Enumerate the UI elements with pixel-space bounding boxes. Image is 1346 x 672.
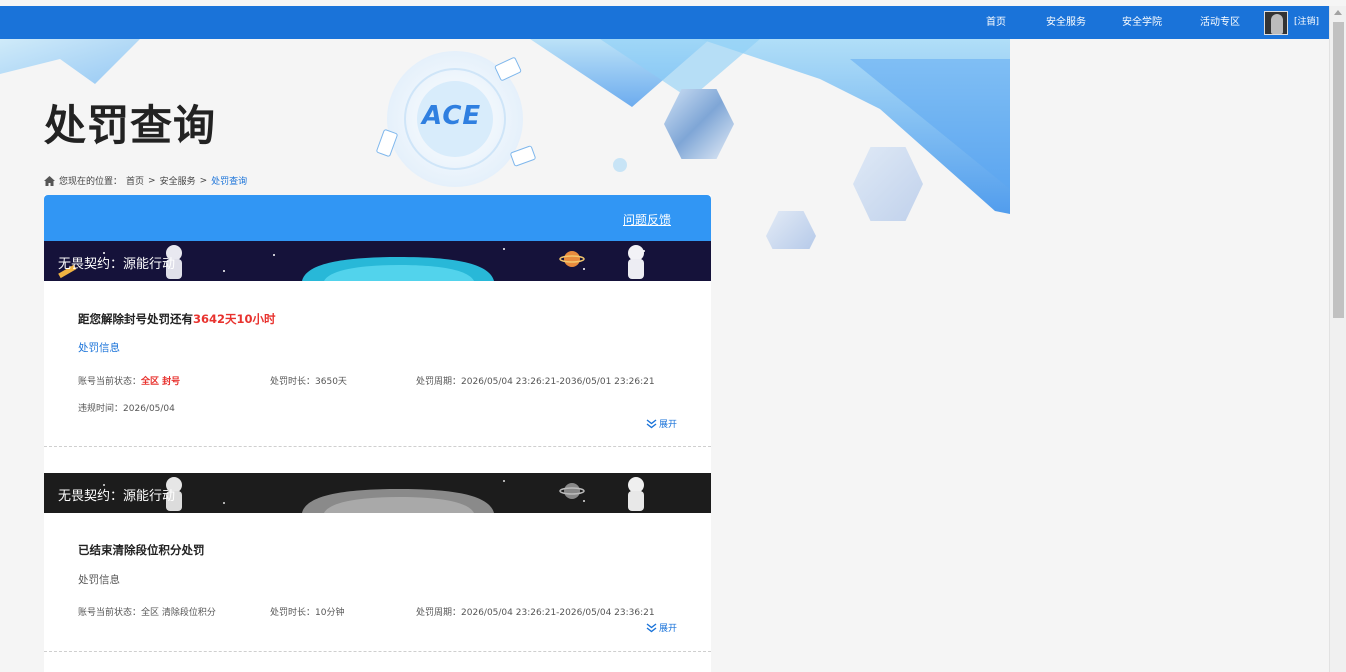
breadcrumb-separator: > [148, 175, 156, 186]
user-avatar[interactable] [1264, 11, 1288, 35]
ended-headline: 已结束清除段位积分处罚 [78, 543, 205, 557]
punishment-duration-field: 处罚时长：3650天 [270, 374, 347, 387]
logout-link[interactable]: [注销] [1294, 6, 1319, 39]
violation-label: 违规时间： [78, 404, 124, 414]
game-banner-strip: 无畏契约：源能行动 [44, 241, 711, 281]
panel-header: 问题反馈 [44, 195, 711, 241]
punishment-duration-field: 处罚时长：10分钟 [270, 605, 344, 618]
punishment-period-field: 处罚周期：2026/05/04 23:26:21-2026/05/04 23:3… [416, 605, 655, 618]
period-value: 2026/05/04 23:26:21-2036/05/01 23:26:21 [461, 377, 655, 387]
account-status-label: 账号当前状态： [78, 377, 142, 387]
breadcrumb: 您现在的位置： 首页 > 安全服务 > 处罚查询 [44, 174, 247, 187]
nav-security-service-link[interactable]: 安全服务 [1046, 6, 1086, 39]
unban-countdown: 距您解除封号处罚还有3642天10小时 [78, 311, 276, 327]
top-navbar: 首页 安全服务 安全学院 活动专区 [注销] [0, 6, 1329, 39]
expand-label: 展开 [658, 624, 677, 634]
period-value: 2026/05/04 23:26:21-2026/05/04 23:36:21 [461, 608, 655, 618]
punishment-card-active: 距您解除封号处罚还有3642天10小时 处罚信息 账号当前状态：全区 封号 处罚… [44, 281, 711, 447]
expand-label: 展开 [658, 420, 677, 430]
account-status-field: 账号当前状态：全区 封号 [78, 374, 180, 387]
punishment-card-ended: 已结束清除段位积分处罚 处罚信息 账号当前状态：全区 清除段位积分 处罚时长：1… [44, 513, 711, 652]
scroll-up-arrow-icon[interactable] [1334, 10, 1342, 15]
feedback-link[interactable]: 问题反馈 [623, 211, 671, 228]
breadcrumb-separator: > [199, 175, 208, 186]
countdown-value: 3642天10小时 [193, 312, 276, 326]
breadcrumb-prefix: 您现在的位置： [59, 177, 123, 187]
punishment-period-field: 处罚周期：2026/05/04 23:26:21-2036/05/01 23:2… [416, 374, 655, 387]
expand-button[interactable]: 展开 [646, 621, 677, 634]
page-title: 处罚查询 [44, 101, 217, 150]
game-title: 无畏契约：源能行动 [58, 257, 176, 272]
game-banner-strip-ended: 无畏契约：源能行动 [44, 473, 711, 513]
violation-value: 2026/05/04 [123, 404, 175, 414]
breadcrumb-home[interactable]: 首页 [126, 174, 144, 187]
duration-value: 10分钟 [315, 608, 345, 618]
period-label: 处罚周期： [416, 608, 462, 618]
duration-label: 处罚时长： [270, 608, 316, 618]
countdown-prefix: 距您解除封号处罚还有 [78, 312, 193, 326]
account-status-label: 账号当前状态： [78, 608, 142, 618]
vertical-scrollbar[interactable] [1329, 6, 1346, 672]
scroll-thumb[interactable] [1333, 22, 1344, 318]
account-status-value: 全区 封号 [141, 377, 181, 387]
violation-time-field: 违规时间：2026/05/04 [78, 401, 175, 414]
nav-security-academy-link[interactable]: 安全学院 [1122, 6, 1162, 39]
duration-value: 3650天 [315, 377, 347, 387]
nav-home-link[interactable]: 首页 [986, 6, 1006, 39]
punishment-info-label: 处罚信息 [78, 342, 120, 354]
duration-label: 处罚时长： [270, 377, 316, 387]
double-chevron-down-icon [646, 622, 657, 632]
punishment-panel: 问题反馈 无畏契约：源能行动 距您解除封号处罚还有3642天10小时 处罚信息 … [44, 195, 711, 672]
home-icon [44, 175, 55, 186]
account-status-value: 全区 清除段位积分 [141, 608, 216, 618]
ace-logo: ACE [422, 101, 482, 131]
breadcrumb-security-service[interactable]: 安全服务 [160, 174, 196, 187]
punishment-info-label: 处罚信息 [78, 574, 120, 586]
breadcrumb-punishment-query[interactable]: 处罚查询 [211, 174, 247, 187]
nav-events-link[interactable]: 活动专区 [1200, 6, 1240, 39]
period-label: 处罚周期： [416, 377, 462, 387]
game-title: 无畏契约：源能行动 [58, 489, 176, 504]
account-status-field: 账号当前状态：全区 清除段位积分 [78, 605, 216, 618]
double-chevron-down-icon [646, 418, 657, 428]
expand-button[interactable]: 展开 [646, 417, 677, 430]
